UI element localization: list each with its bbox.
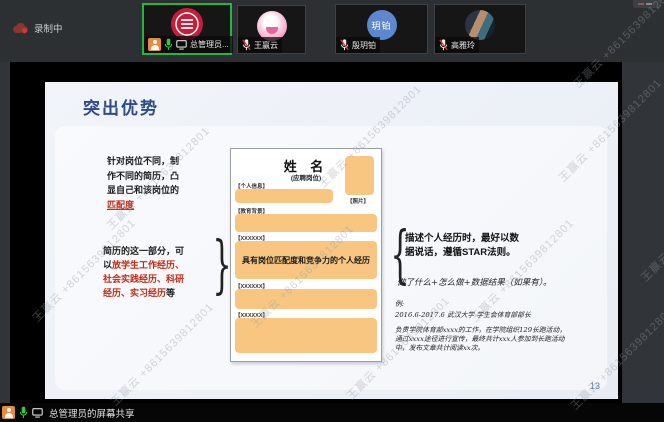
example-block: 例: 2016.6-2017.6 武汉大学 学生会体育部部长 负责学院体育部xx…: [395, 300, 567, 353]
participant-name: 总管理员...: [190, 39, 229, 50]
note-star-rule: 描述个人经历时，最好以数据说话，遵循STAR法则。: [405, 232, 519, 259]
mic-on-icon: [19, 406, 28, 419]
participant-tile-wang[interactable]: 王赢云: [237, 5, 306, 54]
participant-tile-gao[interactable]: 高雅玲: [434, 4, 526, 54]
recording-cloud-icon: [13, 23, 29, 34]
participant-name: 殷玥铂: [352, 40, 376, 51]
screen-share-icon: [176, 40, 187, 50]
photo-avatar: [465, 10, 495, 40]
recording-indicator: 录制中: [13, 21, 63, 35]
recording-label: 录制中: [34, 21, 63, 35]
resume-block-x3: [235, 318, 377, 353]
slide-title: 突出优势: [83, 94, 159, 119]
resume-highlight-text: 具有岗位匹配度和竞争力的个人经历: [242, 255, 370, 266]
resume-template-card: 姓 名 (应聘岗位) 【个人信息】 【照片】 【教育背景】 【XXXXXX】 具…: [230, 148, 382, 362]
participant-status-bar: 殷玥铂: [336, 37, 380, 53]
participant-status-bar: 总管理员...: [144, 36, 233, 53]
host-person-icon: [2, 406, 15, 419]
resume-label-photo: 【照片】: [347, 197, 369, 205]
meeting-window: 录制中 总管理员...: [0, 0, 664, 422]
resume-block-highlight: 具有岗位匹配度和竞争力的个人经历: [235, 241, 377, 279]
note-highlight-red: 匹配度: [107, 200, 134, 210]
participant-status-bar: 高雅玲: [435, 37, 479, 53]
mic-muted-icon: [439, 39, 448, 51]
curly-brace-right-pointing: }: [213, 234, 232, 297]
resume-block-x2: [235, 289, 377, 309]
share-status-bar: 总管理员的屏幕共享: [0, 403, 664, 422]
note-target-position: 针对岗位不同，制作不同的简历，凸显自己和该岗位的匹配度: [107, 154, 187, 212]
resume-block-personal: [235, 189, 333, 203]
collapsed-toolbar-fragment[interactable]: [633, 0, 661, 8]
participant-name: 高雅玲: [451, 40, 475, 51]
participant-tile-admin[interactable]: 总管理员...: [142, 3, 232, 55]
watermark-text: 王赢云 +8615639812801: [637, 175, 664, 285]
host-person-icon: [148, 38, 161, 51]
presentation-slide: 突出优势 针对岗位不同，制作不同的简历，凸显自己和该岗位的匹配度 简历的这一部分…: [45, 82, 618, 399]
formula-line: 做了什么+怎么做+数据结果（如果有）。: [397, 276, 607, 288]
example-position-line: 2016.6-2017.6 武汉大学 学生会体育部部长: [395, 311, 567, 320]
example-label: 例:: [395, 300, 567, 309]
share-banner-label: 总管理员的屏幕共享: [49, 406, 135, 420]
resume-block-education: [235, 214, 377, 232]
pink-avatar: [257, 11, 287, 41]
mic-on-icon: [164, 38, 173, 51]
resume-photo-placeholder: [345, 156, 374, 195]
participant-status-bar: 王赢云: [238, 37, 282, 53]
initials-avatar: 玥铂: [367, 10, 397, 40]
slide-page-number: 13: [590, 381, 600, 391]
screen-share-icon: [32, 408, 43, 418]
example-detail-paragraph: 负责学院体育部xxxx的工作，在学院组织129长跑活动，通过xxxx途径进行宣传…: [395, 326, 567, 353]
top-bar: 录制中 总管理员...: [0, 0, 664, 62]
participant-name: 王赢云: [254, 40, 278, 51]
note-experience-section: 简历的这一部分，可以放学生工作经历、社会实践经历、科研经历、实习经历等: [103, 244, 189, 300]
participant-tile-yin[interactable]: 玥铂 殷玥铂: [335, 4, 428, 54]
mic-muted-icon: [242, 39, 251, 51]
avatar-initials: 玥铂: [371, 19, 391, 32]
mic-muted-icon: [340, 39, 349, 51]
